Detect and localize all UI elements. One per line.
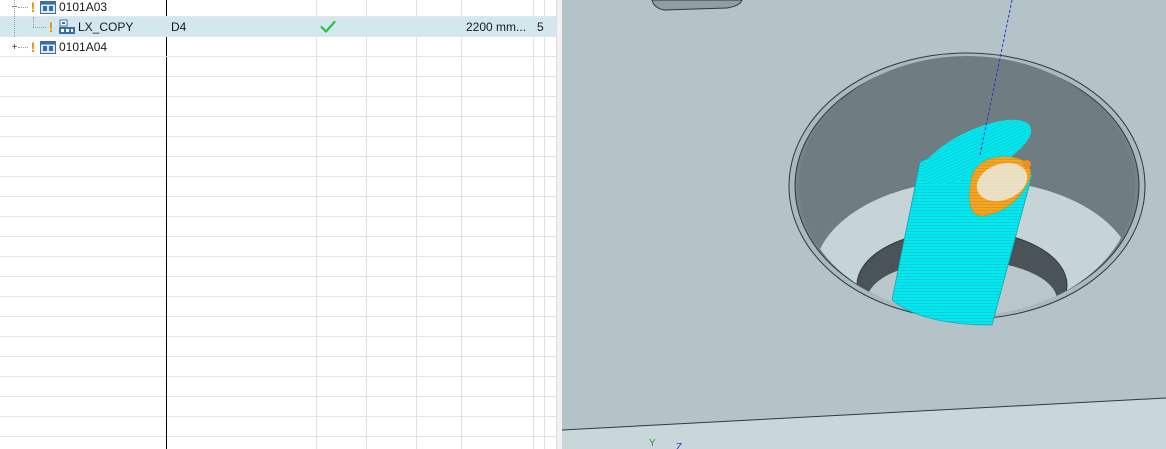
warning-icon: ! xyxy=(30,0,36,15)
empty-grid-row xyxy=(0,217,556,237)
tree-item-label: 0101A03 xyxy=(59,0,108,14)
tree-connector xyxy=(14,0,15,37)
empty-grid-row xyxy=(0,237,556,257)
column-divider-name[interactable] xyxy=(166,0,167,449)
empty-grid-row xyxy=(0,297,556,317)
column-divider-6[interactable] xyxy=(544,0,545,449)
tree-connector xyxy=(18,7,28,8)
model-scene: Y Z xyxy=(562,0,1166,449)
triad-y-label: Y xyxy=(649,438,656,449)
empty-grid-row xyxy=(0,317,556,337)
tool-name-cell: D4 xyxy=(171,20,187,34)
warning-icon: ! xyxy=(48,19,54,35)
empty-grid-row xyxy=(0,277,556,297)
empty-grid-row xyxy=(0,97,556,117)
column-divider-4[interactable] xyxy=(461,0,462,449)
tree-item-label: 0101A04 xyxy=(59,40,108,54)
empty-grid-row xyxy=(0,417,556,437)
tool-tip-marker xyxy=(1023,160,1031,168)
empty-grid-row xyxy=(0,177,556,197)
triad-z-label: Z xyxy=(676,442,682,449)
tree-row-0101A03[interactable]: − ! 0101A03 xyxy=(0,0,556,17)
empty-grid-row xyxy=(0,137,556,157)
empty-grid-row xyxy=(0,397,556,417)
program-folder-icon xyxy=(40,40,56,57)
empty-grid-row xyxy=(0,77,556,97)
empty-grid-row xyxy=(0,117,556,137)
operation-icon xyxy=(58,19,76,38)
column-divider-3[interactable] xyxy=(416,0,417,449)
tree-connector xyxy=(33,17,34,27)
tree-connector xyxy=(18,47,28,48)
empty-grid-row xyxy=(0,357,556,377)
tree-item-label: LX_COPY xyxy=(78,20,134,34)
operation-navigator: − ! 0101A03 ! LX_COPY D4 2200 mm... 5 + … xyxy=(0,0,556,449)
tree-row-0101A04[interactable]: + ! 0101A04 xyxy=(0,37,556,57)
tree-connector xyxy=(33,27,46,28)
graphics-viewport[interactable]: Y Z xyxy=(562,0,1166,449)
column-divider-status[interactable] xyxy=(366,0,367,449)
empty-grid-row xyxy=(0,257,556,277)
empty-grid-row xyxy=(0,437,556,449)
program-folder-icon xyxy=(40,0,56,17)
warning-icon: ! xyxy=(30,39,36,55)
empty-grid-row xyxy=(0,157,556,177)
empty-grid-row xyxy=(0,57,556,77)
extra-cell: 5 xyxy=(537,20,544,34)
empty-grid-row xyxy=(0,377,556,397)
length-cell: 2200 mm... xyxy=(466,20,527,34)
empty-grid-row xyxy=(0,197,556,217)
column-divider-tool[interactable] xyxy=(316,0,317,449)
tree-row-lx-copy[interactable]: ! LX_COPY D4 2200 mm... 5 xyxy=(0,0,556,38)
empty-grid-row xyxy=(0,337,556,357)
check-icon xyxy=(320,20,336,37)
column-divider-5[interactable] xyxy=(533,0,534,449)
